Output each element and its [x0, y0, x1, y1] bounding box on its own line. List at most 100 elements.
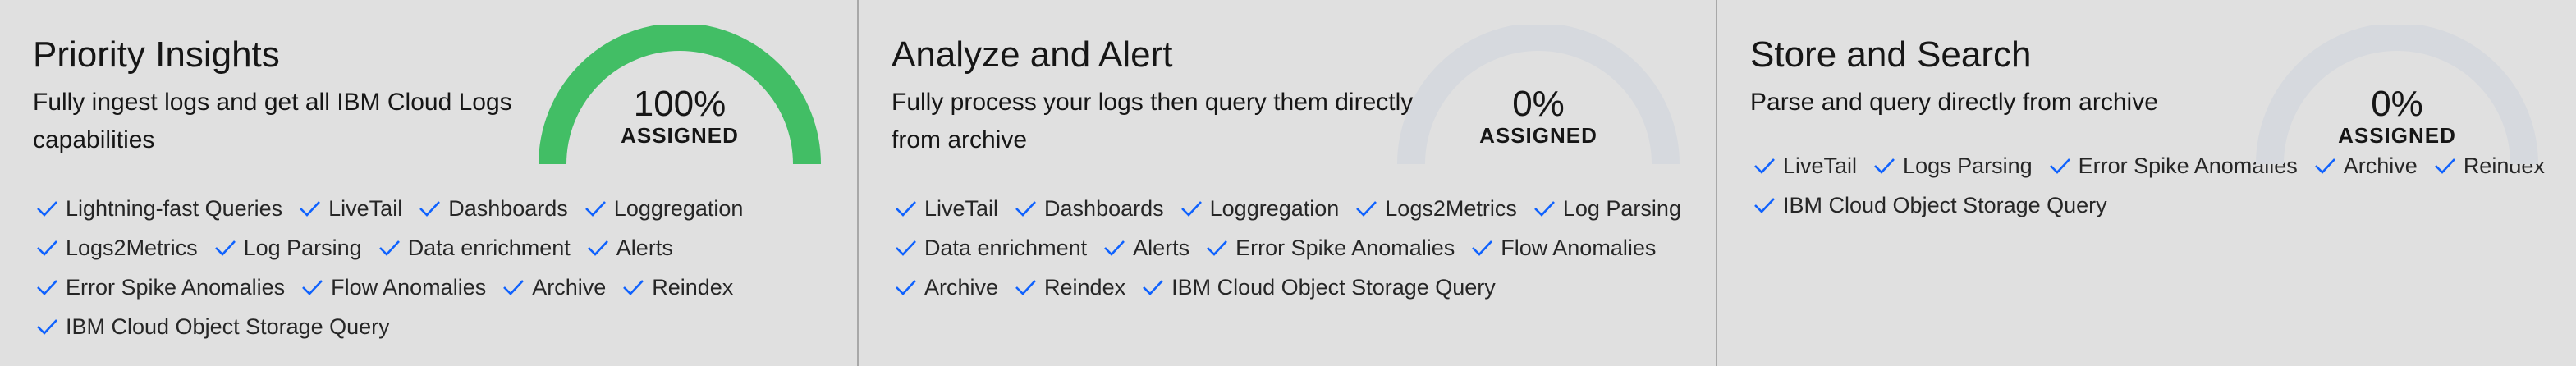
feature-list: Lightning-fast Queries LiveTail Dashboards…: [33, 189, 854, 346]
percent-value: 0%: [2371, 84, 2423, 124]
feature-item: Dashboards: [415, 189, 568, 228]
feature-label: Dashboards: [1044, 195, 1164, 221]
checkmark-icon: [33, 234, 61, 262]
feature-label: Error Spike Anomalies: [1235, 235, 1455, 260]
checkmark-icon: [584, 234, 612, 262]
feature-item: LiveTail: [1750, 146, 1857, 185]
card-description: Fully process your logs then query them …: [892, 89, 1414, 153]
feature-label: Error Spike Anomalies: [66, 274, 286, 300]
checkmark-icon: [33, 313, 61, 341]
assigned-label: ASSIGNED: [621, 123, 739, 148]
feature-item: LiveTail: [296, 189, 402, 228]
checkmark-icon: [499, 273, 527, 301]
assigned-gauge: 100% ASSIGNED: [539, 25, 821, 164]
percent-value: 0%: [1512, 84, 1565, 124]
feature-item: IBM Cloud Object Storage Query: [1750, 185, 2107, 225]
checkmark-icon: [375, 234, 403, 262]
checkmark-icon: [1870, 152, 1898, 180]
checkmark-icon: [1750, 191, 1778, 219]
feature-item: Error Spike Anomalies: [1203, 228, 1455, 268]
feature-label: Flow Anomalies: [331, 274, 487, 300]
feature-label: Logs Parsing: [1903, 153, 2033, 178]
checkmark-icon: [2046, 152, 2074, 180]
checkmark-icon: [581, 194, 609, 222]
feature-label: Archive: [532, 274, 607, 300]
feature-item: Data enrichment: [375, 228, 571, 268]
checkmark-icon: [892, 234, 919, 262]
checkmark-icon: [1468, 234, 1496, 262]
feature-label: Reindex: [652, 274, 734, 300]
checkmark-icon: [619, 273, 647, 301]
feature-item: Reindex: [619, 268, 733, 307]
feature-label: Reindex: [1044, 274, 1126, 300]
feature-label: Archive: [924, 274, 999, 300]
feature-item: IBM Cloud Object Storage Query: [33, 307, 390, 346]
feature-label: Lightning-fast Queries: [66, 195, 283, 221]
feature-list: LiveTail Dashboards Loggregation Logs2Metri…: [892, 189, 1712, 307]
checkmark-icon: [1750, 152, 1778, 180]
feature-label: Alerts: [1133, 235, 1190, 260]
checkmark-icon: [298, 273, 326, 301]
feature-item: Log Parsing: [1530, 189, 1681, 228]
feature-item: Reindex: [1011, 268, 1125, 307]
checkmark-icon: [33, 194, 61, 222]
checkmark-icon: [1139, 273, 1167, 301]
feature-item: Data enrichment: [892, 228, 1087, 268]
checkmark-icon: [892, 273, 919, 301]
checkmark-icon: [1352, 194, 1380, 222]
feature-label: LiveTail: [328, 195, 403, 221]
feature-item: Lightning-fast Queries: [33, 189, 282, 228]
feature-item: Alerts: [1100, 228, 1189, 268]
percent-value: 100%: [633, 84, 727, 124]
feature-label: Log Parsing: [1562, 195, 1681, 221]
feature-item: Dashboards: [1011, 189, 1164, 228]
feature-label: Loggregation: [1209, 195, 1340, 221]
card-store-and-search: Store and Search Parse and query directl…: [1717, 0, 2576, 366]
feature-label: Flow Anomalies: [1501, 235, 1657, 260]
feature-label: IBM Cloud Object Storage Query: [1783, 192, 2107, 217]
assigned-label: ASSIGNED: [1479, 123, 1597, 148]
feature-item: LiveTail: [892, 189, 998, 228]
checkmark-icon: [892, 194, 919, 222]
feature-item: Logs2Metrics: [33, 228, 198, 268]
feature-item: IBM Cloud Object Storage Query: [1139, 268, 1496, 307]
feature-item: Archive: [499, 268, 606, 307]
checkmark-icon: [211, 234, 239, 262]
card-description: Fully ingest logs and get all IBM Cloud …: [33, 89, 512, 153]
feature-label: Dashboards: [448, 195, 568, 221]
checkmark-icon: [1203, 234, 1231, 262]
feature-label: Logs2Metrics: [1385, 195, 1517, 221]
assigned-gauge: 0% ASSIGNED: [1397, 25, 1680, 164]
feature-label: Logs2Metrics: [66, 235, 198, 260]
feature-label: IBM Cloud Object Storage Query: [66, 313, 390, 339]
plan-cards: Priority Insights Fully ingest logs and …: [0, 0, 2576, 366]
feature-label: LiveTail: [924, 195, 999, 221]
feature-item: Flow Anomalies: [298, 268, 486, 307]
feature-item: Loggregation: [581, 189, 744, 228]
feature-label: Log Parsing: [243, 235, 362, 260]
feature-item: Logs Parsing: [1870, 146, 2033, 185]
feature-label: Loggregation: [613, 195, 744, 221]
feature-item: Error Spike Anomalies: [33, 268, 285, 307]
feature-label: LiveTail: [1783, 153, 1858, 178]
checkmark-icon: [1530, 194, 1558, 222]
checkmark-icon: [1100, 234, 1128, 262]
feature-item: Log Parsing: [211, 228, 362, 268]
checkmark-icon: [33, 273, 61, 301]
card-priority-insights: Priority Insights Fully ingest logs and …: [0, 0, 859, 366]
checkmark-icon: [296, 194, 323, 222]
checkmark-icon: [415, 194, 443, 222]
feature-label: IBM Cloud Object Storage Query: [1171, 274, 1496, 300]
checkmark-icon: [1011, 273, 1039, 301]
card-description: Parse and query directly from archive: [1750, 89, 2158, 116]
card-analyze-and-alert: Analyze and Alert Fully process your log…: [859, 0, 1717, 366]
feature-item: Archive: [892, 268, 998, 307]
feature-label: Data enrichment: [407, 235, 571, 260]
feature-item: Alerts: [584, 228, 673, 268]
feature-item: Logs2Metrics: [1352, 189, 1517, 228]
assigned-gauge: 0% ASSIGNED: [2256, 25, 2538, 164]
feature-label: Data enrichment: [924, 235, 1088, 260]
feature-label: Alerts: [616, 235, 673, 260]
assigned-label: ASSIGNED: [2338, 123, 2456, 148]
feature-item: Flow Anomalies: [1468, 228, 1656, 268]
